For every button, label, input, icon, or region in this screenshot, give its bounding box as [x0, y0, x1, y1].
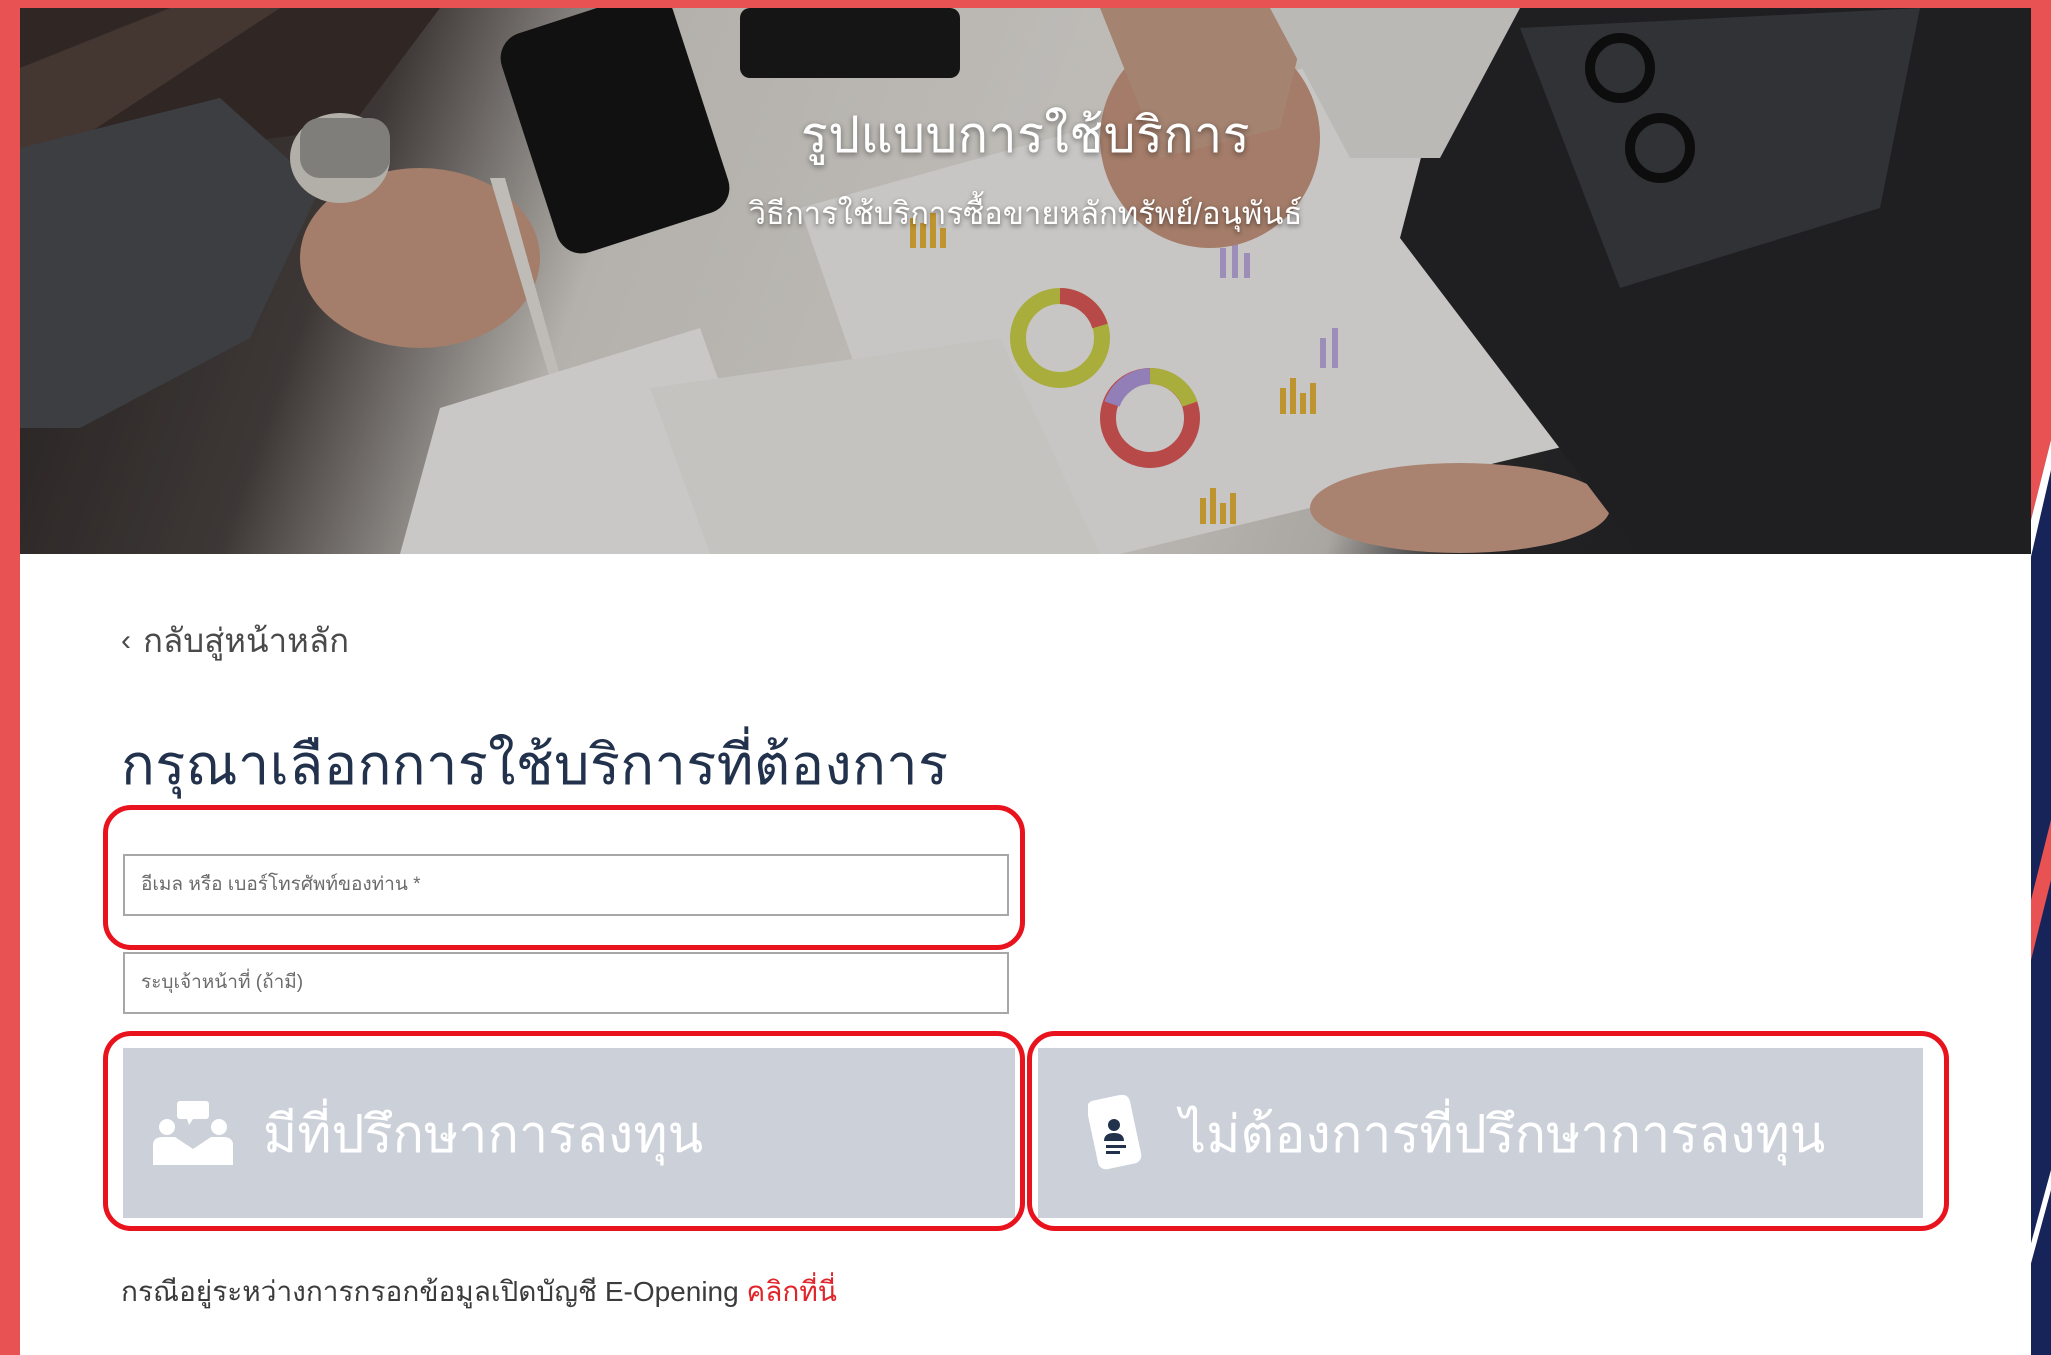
back-to-home-link[interactable]: ‹ กลับสู่หน้าหลัก: [121, 614, 349, 667]
click-here-link[interactable]: คลิกที่นี่: [746, 1276, 836, 1307]
page-container: รูปแบบการใช้บริการ วิธีการใช้บริการซื้อข…: [20, 8, 2031, 1355]
staff-field[interactable]: [123, 952, 1009, 1014]
chevron-left-icon: ‹: [121, 623, 131, 657]
hero-overlay: [20, 8, 2031, 554]
e-opening-note-text: กรณีอยู่ระหว่างการกรอกข้อมูลเปิดบัญชี E-…: [121, 1276, 739, 1307]
mobile-profile-icon: [1088, 1095, 1142, 1170]
email-or-phone-field[interactable]: [123, 854, 1009, 916]
page-heading: กรุณาเลือกการใช้บริการที่ต้องการ: [121, 733, 949, 796]
without-advisor-label: ไม่ต้องการที่ปรึกษาการลงทุน: [1180, 1105, 1826, 1164]
advisor-meeting-icon: [153, 1101, 233, 1165]
with-advisor-button[interactable]: มีที่ปรึกษาการลงทุน: [123, 1048, 1015, 1218]
hero-title: รูปแบบการใช้บริการ: [800, 107, 1251, 163]
hero-banner: รูปแบบการใช้บริการ วิธีการใช้บริการซื้อข…: [20, 8, 2031, 554]
back-link-label: กลับสู่หน้าหลัก: [143, 622, 350, 659]
with-advisor-label: มีที่ปรึกษาการลงทุน: [263, 1105, 704, 1164]
e-opening-note: กรณีอยู่ระหว่างการกรอกข้อมูลเปิดบัญชี E-…: [121, 1270, 837, 1314]
without-advisor-button[interactable]: ไม่ต้องการที่ปรึกษาการลงทุน: [1038, 1048, 1923, 1218]
hero-subtitle: วิธีการใช้บริการซื้อขายหลักทรัพย์/อนุพัน…: [748, 196, 1303, 231]
